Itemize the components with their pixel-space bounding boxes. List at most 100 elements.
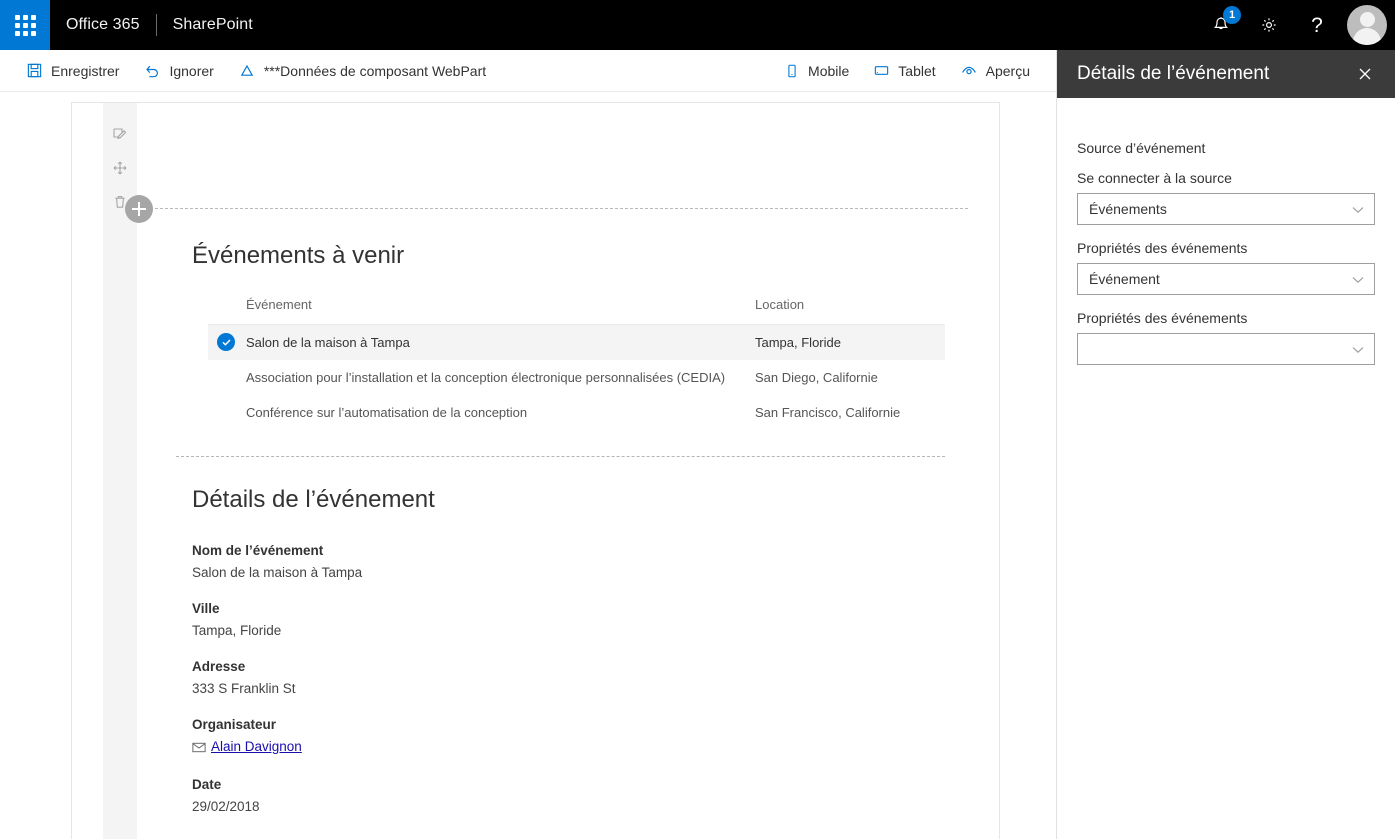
field-label: Adresse xyxy=(192,659,945,674)
table-row[interactable]: Salon de la maison à Tampa Tampa, Florid… xyxy=(208,324,945,360)
preview-label: Aperçu xyxy=(986,63,1030,79)
field-city: Ville Tampa, Floride xyxy=(192,601,945,638)
event-name-cell: Conférence sur l’automatisation de la co… xyxy=(208,395,755,430)
mobile-label: Mobile xyxy=(808,63,849,79)
connect-source-dropdown[interactable]: Événements xyxy=(1077,193,1375,225)
event-name-cell: Association pour l’installation et la co… xyxy=(208,360,755,395)
gear-icon xyxy=(1259,15,1279,35)
row-selected-check-icon xyxy=(217,333,235,351)
add-section-button-top[interactable] xyxy=(125,195,153,223)
eye-icon xyxy=(960,62,978,80)
field-value: 333 S Franklin St xyxy=(192,681,945,696)
events-table: Événement Location Salon de la maison xyxy=(208,297,945,430)
close-icon[interactable] xyxy=(1347,56,1383,92)
suite-bar-actions: 1 ? xyxy=(1197,0,1395,50)
panel-section-label: Source d’événement xyxy=(1077,140,1375,156)
section-divider-top xyxy=(155,208,968,209)
avatar[interactable] xyxy=(1347,5,1387,45)
property-panel-title: Détails de l’événement xyxy=(1077,63,1347,85)
discard-label: Ignorer xyxy=(169,63,213,79)
app-launcher-icon[interactable] xyxy=(0,0,50,50)
triangle-icon xyxy=(238,62,256,80)
event-name-text: Association pour l’installation et la co… xyxy=(246,370,725,385)
details-webpart-title: Détails de l’événement xyxy=(192,486,945,515)
mobile-icon xyxy=(784,63,800,79)
notifications-button[interactable]: 1 xyxy=(1197,0,1245,50)
field-address: Adresse 333 S Franklin St xyxy=(192,659,945,696)
mobile-view-button[interactable]: Mobile xyxy=(772,50,861,92)
tablet-label: Tablet xyxy=(898,63,935,79)
save-label: Enregistrer xyxy=(51,63,119,79)
avatar-head xyxy=(1360,12,1375,27)
property-panel-header: Détails de l’événement xyxy=(1057,50,1395,98)
events-table-head: Événement Location xyxy=(208,297,945,325)
move-webpart-icon[interactable] xyxy=(103,151,137,185)
page-command-bar: Enregistrer Ignorer ***Données de compos… xyxy=(0,50,1056,92)
column-header-location: Location xyxy=(755,297,945,325)
field-label: Organisateur xyxy=(192,717,945,732)
tablet-view-button[interactable]: Tablet xyxy=(861,50,947,92)
event-properties-dropdown-2[interactable] xyxy=(1077,333,1375,365)
avatar-body xyxy=(1353,28,1381,45)
section-divider-middle xyxy=(176,456,945,457)
table-row[interactable]: Association pour l’installation et la co… xyxy=(208,360,945,395)
suite-app-name-sharepoint[interactable]: SharePoint xyxy=(157,16,269,34)
settings-button[interactable] xyxy=(1245,0,1293,50)
chevron-down-icon xyxy=(1352,201,1364,217)
event-location-cell: Tampa, Floride xyxy=(755,324,945,360)
table-row[interactable]: Conférence sur l’automatisation de la co… xyxy=(208,395,945,430)
field-label: Date xyxy=(192,777,945,792)
upcoming-events-webpart[interactable]: Événements à venir Événement Location xyxy=(192,242,945,430)
event-properties-label-2: Propriétés des événements xyxy=(1077,310,1375,326)
connect-source-label: Se connecter à la source xyxy=(1077,170,1375,186)
app-root: Office 365 SharePoint 1 ? xyxy=(0,0,1395,839)
event-location-cell: San Diego, Californie xyxy=(755,360,945,395)
mail-icon xyxy=(192,741,206,756)
connect-source-value: Événements xyxy=(1089,201,1167,217)
organizer-link[interactable]: Alain Davignon xyxy=(211,739,302,754)
save-icon xyxy=(26,62,43,79)
chevron-down-icon xyxy=(1352,341,1364,357)
event-name-text: Salon de la maison à Tampa xyxy=(246,335,410,350)
notification-badge: 1 xyxy=(1223,6,1241,24)
help-button[interactable]: ? xyxy=(1293,0,1341,50)
event-location-cell: San Francisco, Californie xyxy=(755,395,945,430)
event-name-text: Conférence sur l’automatisation de la co… xyxy=(246,405,527,420)
view-mode-actions: Mobile Tablet Aperçu xyxy=(772,50,1042,92)
chevron-down-icon xyxy=(1352,271,1364,287)
waffle-grid xyxy=(15,15,36,36)
field-date: Date 29/02/2018 xyxy=(192,777,945,814)
events-webpart-title: Événements à venir xyxy=(192,242,945,271)
field-label: Nom de l’événement xyxy=(192,543,945,558)
field-organizer: Organisateur Alain Davignon xyxy=(192,717,945,756)
suite-brand-office365[interactable]: Office 365 xyxy=(50,16,156,34)
help-icon: ? xyxy=(1311,15,1323,36)
webpart-data-label: ***Données de composant WebPart xyxy=(264,63,486,79)
column-header-event: Événement xyxy=(208,297,755,325)
field-value: 29/02/2018 xyxy=(192,799,945,814)
save-button[interactable]: Enregistrer xyxy=(14,50,131,92)
discard-button[interactable]: Ignorer xyxy=(131,50,225,92)
event-properties-label-1: Propriétés des événements xyxy=(1077,240,1375,256)
preview-button[interactable]: Aperçu xyxy=(948,50,1042,92)
undo-icon xyxy=(143,62,161,80)
events-table-body: Salon de la maison à Tampa Tampa, Florid… xyxy=(208,324,945,430)
field-value: Tampa, Floride xyxy=(192,623,945,638)
event-name-cell: Salon de la maison à Tampa xyxy=(208,324,755,360)
field-event-name: Nom de l’événement Salon de la maison à … xyxy=(192,543,945,580)
webpart-data-button[interactable]: ***Données de composant WebPart xyxy=(226,50,498,92)
field-value: Salon de la maison à Tampa xyxy=(192,565,945,580)
event-properties-dropdown-1[interactable]: Événement xyxy=(1077,263,1375,295)
office365-suite-bar: Office 365 SharePoint 1 ? xyxy=(0,0,1395,50)
property-panel: Détails de l’événement Source d’événemen… xyxy=(1056,50,1395,839)
event-properties-value-1: Événement xyxy=(1089,271,1160,287)
rail-spacer xyxy=(103,103,137,117)
field-value-organizer: Alain Davignon xyxy=(192,739,945,756)
tablet-icon xyxy=(873,62,890,79)
edit-webpart-icon[interactable] xyxy=(103,117,137,151)
events-header-row: Événement Location xyxy=(208,297,945,325)
property-panel-body: Source d’événement Se connecter à la sou… xyxy=(1057,98,1395,365)
event-details-webpart[interactable]: Détails de l’événement Nom de l’événemen… xyxy=(192,486,945,835)
page-canvas: Événements à venir Événement Location xyxy=(0,92,1056,839)
field-label: Ville xyxy=(192,601,945,616)
